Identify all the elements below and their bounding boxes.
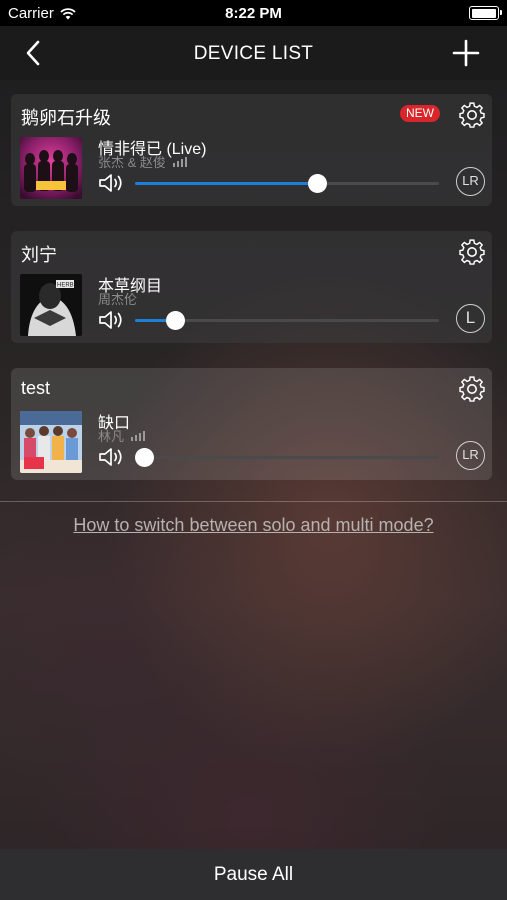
- settings-gear-icon[interactable]: [458, 238, 486, 266]
- artist-name: 周杰伦: [98, 292, 138, 307]
- solo-multi-help-link[interactable]: How to switch between solo and multi mod…: [0, 515, 507, 536]
- device-name: 刘宁: [21, 245, 57, 265]
- artist-name: 林凡: [98, 429, 125, 444]
- volume-slider[interactable]: [135, 311, 439, 330]
- new-badge: NEW: [400, 105, 440, 122]
- divider: [0, 501, 507, 502]
- volume-slider[interactable]: [135, 174, 439, 193]
- svg-text:HERB: HERB: [57, 283, 74, 289]
- volume-fill: [135, 182, 318, 185]
- volume-slider-thumb[interactable]: [308, 174, 328, 193]
- page-title: DEVICE LIST: [193, 43, 314, 64]
- status-time: 8:22 PM: [225, 5, 282, 22]
- nav-bar: DEVICE LIST: [0, 26, 507, 80]
- artist-line: 张杰 & 赵俊: [98, 152, 187, 171]
- speaker-icon[interactable]: [98, 309, 126, 331]
- channel-toggle-button[interactable]: L: [456, 304, 485, 333]
- album-art: [20, 411, 82, 473]
- album-art: HERB: [20, 274, 82, 336]
- artist-line: 林凡: [98, 426, 146, 445]
- volume-slider-thumb[interactable]: [135, 448, 155, 467]
- battery-icon: [469, 6, 502, 20]
- artist-name: 张杰 & 赵俊: [98, 155, 166, 170]
- device-card[interactable]: 鹅卵石升级 NEW 情非得已 (Live) 张杰 & 赵俊 LR: [11, 94, 492, 206]
- device-card[interactable]: 刘宁 HERB 本草纲目 周杰伦 L: [11, 231, 492, 343]
- artist-line: 周杰伦: [98, 289, 137, 308]
- settings-gear-icon[interactable]: [458, 101, 486, 129]
- album-art: [20, 137, 82, 199]
- volume-slider-thumb[interactable]: [165, 311, 185, 330]
- device-card[interactable]: test 缺口 林凡 LR: [11, 368, 492, 480]
- speaker-icon[interactable]: [98, 172, 126, 194]
- speaker-icon[interactable]: [98, 446, 126, 468]
- bottom-bar: Pause All: [0, 849, 507, 900]
- volume-slider[interactable]: [135, 448, 439, 467]
- channel-toggle-button[interactable]: LR: [456, 441, 485, 470]
- add-device-button[interactable]: [451, 38, 481, 68]
- settings-gear-icon[interactable]: [458, 375, 486, 403]
- channel-toggle-button[interactable]: LR: [456, 167, 485, 196]
- signal-bars-icon: [172, 156, 187, 167]
- device-name: 鹅卵石升级: [21, 108, 111, 128]
- device-name: test: [21, 378, 51, 398]
- status-bar: Carrier 8:22 PM: [0, 0, 507, 26]
- pause-all-button[interactable]: Pause All: [0, 864, 507, 886]
- signal-bars-icon: [131, 430, 146, 441]
